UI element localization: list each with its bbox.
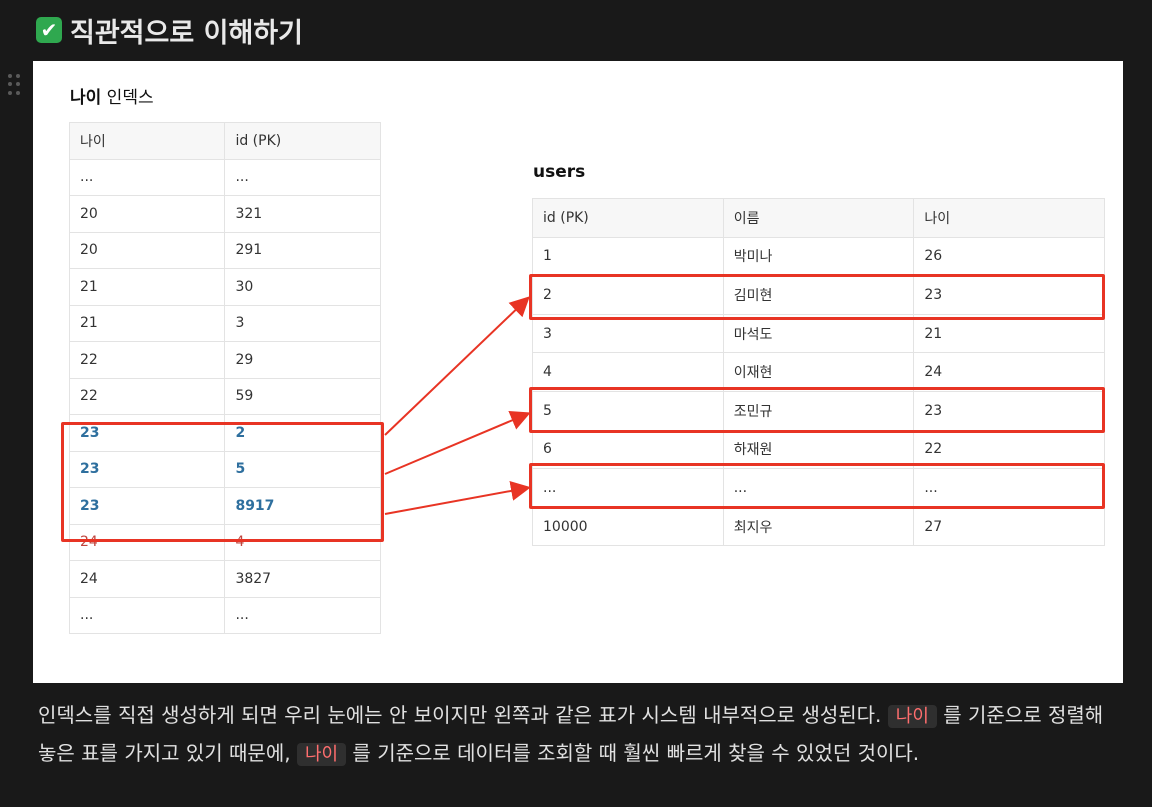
page-heading: ✔ 직관적으로 이해하기	[36, 10, 303, 50]
arrow-to-row-2	[384, 296, 530, 436]
arrow-to-row-ellipsis	[384, 481, 531, 515]
inline-code: 나이	[887, 705, 937, 728]
arrows-layer	[384, 296, 531, 515]
check-mark-button-icon: ✔	[36, 17, 62, 43]
paragraph-text: 인덱스를 직접 생성하게 되면 우리 눈에는 안 보이지만 왼쪽과 같은 표가 …	[38, 703, 888, 727]
drag-handle-icon[interactable]	[8, 74, 24, 96]
paragraph-text: 를 기준으로 데이터를 조회할 때 훨씬 빠르게 찾을 수 있었던 것이다.	[346, 741, 920, 765]
heading-text: 직관적으로 이해하기	[70, 17, 303, 49]
diagram-image: 나이 인덱스 나이 id (PK) ...... 20 321 20 291 21 30 21…	[33, 61, 1123, 683]
explanation-paragraph: 인덱스를 직접 생성하게 되면 우리 눈에는 안 보이지만 왼쪽과 같은 표가 …	[38, 697, 1118, 773]
arrow-to-row-5	[384, 411, 531, 475]
inline-code: 나이	[296, 743, 347, 766]
